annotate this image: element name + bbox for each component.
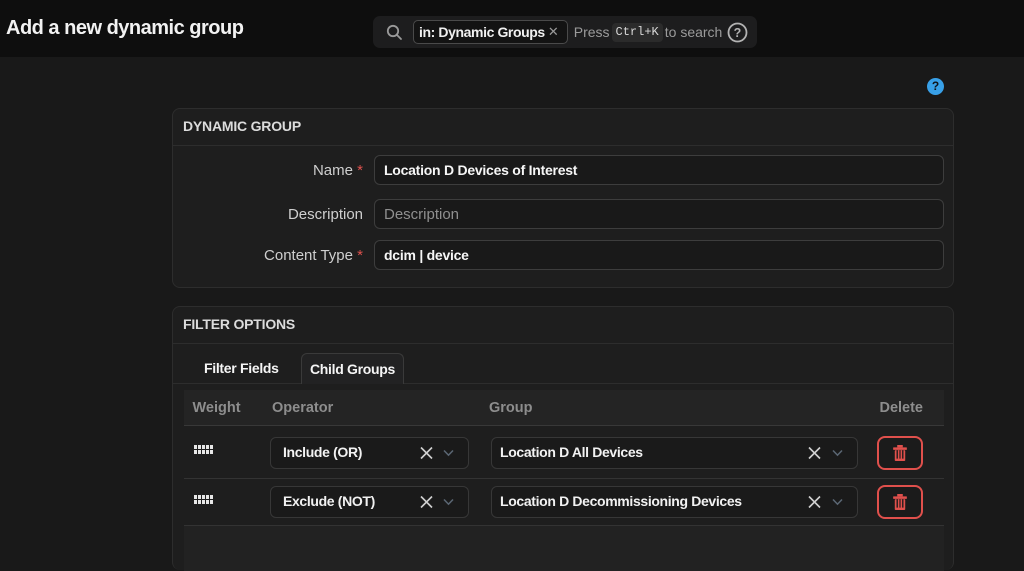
- svg-text:?: ?: [734, 26, 742, 40]
